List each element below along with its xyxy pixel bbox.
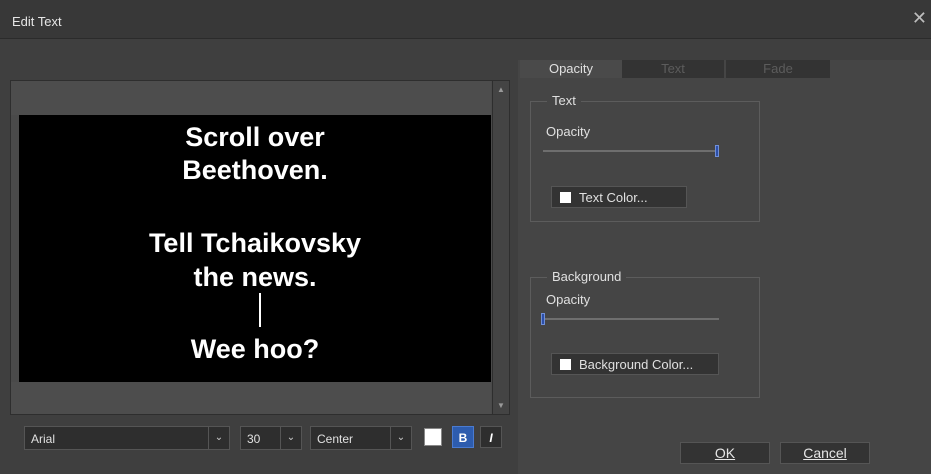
text-color-button-label: Text Color... [579,190,648,205]
cancel-button[interactable]: Cancel [780,442,870,464]
tab-text[interactable]: Text [622,60,724,78]
chevron-down-icon[interactable]: ⌄ [208,427,229,449]
background-color-button-label: Background Color... [579,357,694,372]
font-select[interactable]: Arial ⌄ [24,426,230,450]
alignment-value: Center [317,432,354,446]
preview-line-3: Tell Tchaikovsky [148,228,362,258]
format-toolbar: Arial ⌄ 30 ⌄ Center ⌄ B I [20,424,510,452]
chevron-down-icon[interactable]: ⌄ [280,427,301,449]
ok-button[interactable]: OK [680,442,770,464]
preview-line-4: the news. [193,262,317,292]
text-preview-frame: Scroll over Beethoven. Tell Tchaikovsky … [10,80,510,415]
color-swatch-icon [560,359,571,370]
tab-opacity[interactable]: Opacity [520,60,622,78]
chevron-down-icon[interactable]: ⌄ [390,427,411,449]
scroll-up-icon[interactable]: ▲ [497,85,505,94]
preview-line-5: Wee hoo? [190,334,320,364]
italic-button[interactable]: I [480,426,502,448]
settings-panel: Opacity Text Fade Text Opacity Text Colo… [518,60,931,474]
text-color-swatch[interactable] [424,428,442,446]
preview-line-2: Beethoven. [182,155,328,185]
alignment-select[interactable]: Center ⌄ [310,426,412,450]
text-opacity-slider-track[interactable] [543,150,719,152]
text-opacity-group: Text Opacity Text Color... [530,93,760,222]
title-bar: Edit Text ✕ [0,0,931,39]
background-opacity-group: Background Opacity Background Color... [530,269,760,398]
background-opacity-slider-thumb[interactable] [541,313,545,325]
preview-scrollbar[interactable]: ▲ ▼ [492,81,509,414]
tab-fade[interactable]: Fade [726,60,830,78]
background-color-button[interactable]: Background Color... [551,353,719,375]
bold-button[interactable]: B [452,426,474,448]
scroll-down-icon[interactable]: ▼ [497,401,505,410]
background-opacity-label: Opacity [546,292,591,307]
preview-top-margin [11,81,491,115]
window-title: Edit Text [12,14,62,29]
color-swatch-icon [560,192,571,203]
text-opacity-label: Opacity [546,124,591,139]
preview-bottom-margin [11,382,491,414]
font-value: Arial [31,432,56,446]
text-color-button[interactable]: Text Color... [551,186,687,208]
text-group-title: Text [547,93,581,108]
close-icon[interactable]: ✕ [912,8,927,29]
background-group-title: Background [547,269,627,284]
size-select[interactable]: 30 ⌄ [240,426,302,450]
size-value: 30 [247,432,261,446]
text-opacity-slider-thumb[interactable] [715,145,719,157]
background-opacity-slider-track[interactable] [543,318,719,320]
preview-line-1: Scroll over [185,122,325,152]
text-cursor [259,293,261,327]
text-preview-canvas[interactable]: Scroll over Beethoven. Tell Tchaikovsky … [19,115,491,382]
